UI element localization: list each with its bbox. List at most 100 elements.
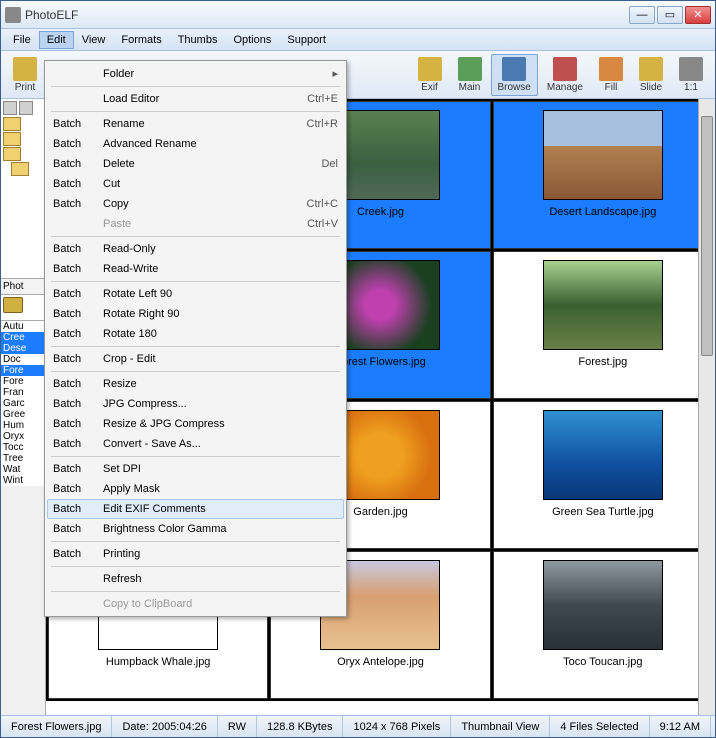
- thumbnail-cell[interactable]: Forest.jpg: [493, 251, 713, 399]
- folder-icon[interactable]: [3, 117, 21, 131]
- tool-manage[interactable]: Manage: [540, 54, 590, 96]
- file-list-item[interactable]: Dese: [1, 343, 45, 354]
- menu-item-rotate-right-90[interactable]: BatchRotate Right 90: [47, 304, 344, 324]
- menu-label: Delete: [103, 158, 288, 170]
- maximize-button[interactable]: ▭: [657, 6, 683, 24]
- thumbnail-cell[interactable]: Green Sea Turtle.jpg: [493, 401, 713, 549]
- menu-separator: [51, 591, 340, 592]
- menu-item-refresh[interactable]: Refresh: [47, 569, 344, 589]
- menu-label: Paste: [103, 218, 288, 230]
- left-tab-label[interactable]: Phot: [1, 279, 45, 295]
- menu-item-read-only[interactable]: BatchRead-Only: [47, 239, 344, 259]
- menu-label: Apply Mask: [103, 483, 288, 495]
- file-list-item[interactable]: Tree: [1, 453, 45, 464]
- app-title: PhotoELF: [25, 8, 629, 22]
- menu-item-apply-mask[interactable]: BatchApply Mask: [47, 479, 344, 499]
- menu-item-copy-to-clipboard: Copy to ClipBoard: [47, 594, 344, 614]
- menu-item-advanced-rename[interactable]: BatchAdvanced Rename: [47, 134, 344, 154]
- menu-prefix: Batch: [53, 503, 103, 515]
- tool-label: Fill: [605, 82, 618, 93]
- tool-print[interactable]: Print: [6, 54, 44, 96]
- menu-formats[interactable]: Formats: [113, 31, 169, 49]
- file-list-item[interactable]: Tocc: [1, 442, 45, 453]
- close-button[interactable]: ✕: [685, 6, 711, 24]
- browse-icon: [502, 57, 526, 81]
- menu-item-rename[interactable]: BatchRenameCtrl+R: [47, 114, 344, 134]
- menu-item-set-dpi[interactable]: BatchSet DPI: [47, 459, 344, 479]
- thumbnail-filename: Toco Toucan.jpg: [563, 656, 642, 668]
- left-panel: Phot AutuCreeDeseDocForeForeFranGarcGree…: [1, 99, 46, 715]
- menu-item-cut[interactable]: BatchCut: [47, 174, 344, 194]
- minimize-button[interactable]: —: [629, 6, 655, 24]
- menu-prefix: Batch: [53, 378, 103, 390]
- tool-exif[interactable]: Exif: [411, 54, 449, 96]
- file-list[interactable]: AutuCreeDeseDocForeForeFranGarcGreeHumOr…: [1, 321, 45, 486]
- menu-shortcut: Ctrl+V: [288, 218, 338, 230]
- menu-item-folder[interactable]: Folder▸: [47, 63, 344, 84]
- file-list-item[interactable]: Autu: [1, 321, 45, 332]
- menu-item-delete[interactable]: BatchDeleteDel: [47, 154, 344, 174]
- menu-options[interactable]: Options: [225, 31, 279, 49]
- status-cell-4: 1024 x 768 Pixels: [343, 716, 451, 737]
- file-list-item[interactable]: Fran: [1, 387, 45, 398]
- tree-toggle-icon[interactable]: [3, 101, 17, 115]
- file-list-item[interactable]: Wint: [1, 475, 45, 486]
- menu-file[interactable]: File: [5, 31, 39, 49]
- thumbnail-cell[interactable]: Desert Landscape.jpg: [493, 101, 713, 249]
- file-list-item[interactable]: Fore: [1, 365, 45, 376]
- thumbnail-cell[interactable]: Toco Toucan.jpg: [493, 551, 713, 699]
- vertical-scrollbar[interactable]: [698, 99, 715, 715]
- menu-item-rotate-180[interactable]: BatchRotate 180: [47, 324, 344, 344]
- menu-shortcut: Ctrl+C: [288, 198, 338, 210]
- submenu-arrow-icon: ▸: [332, 68, 338, 80]
- menu-item-read-write[interactable]: BatchRead-Write: [47, 259, 344, 279]
- thumbnail-filename: Green Sea Turtle.jpg: [552, 506, 654, 518]
- scroll-thumb[interactable]: [701, 116, 713, 356]
- file-list-item[interactable]: Wat: [1, 464, 45, 475]
- menu-item-jpg-compress-[interactable]: BatchJPG Compress...: [47, 394, 344, 414]
- tool-browse[interactable]: Browse: [491, 54, 538, 96]
- menu-thumbs[interactable]: Thumbs: [170, 31, 226, 49]
- menu-item-rotate-left-90[interactable]: BatchRotate Left 90: [47, 284, 344, 304]
- menu-item-load-editor[interactable]: Load EditorCtrl+E: [47, 89, 344, 109]
- menubar: FileEditViewFormatsThumbsOptionsSupport: [1, 29, 715, 51]
- menu-item-convert-save-as-[interactable]: BatchConvert - Save As...: [47, 434, 344, 454]
- menu-item-crop-edit[interactable]: BatchCrop - Edit: [47, 349, 344, 369]
- file-list-item[interactable]: Oryx: [1, 431, 45, 442]
- menu-support[interactable]: Support: [279, 31, 334, 49]
- tree-toggle-icon[interactable]: [19, 101, 33, 115]
- menu-prefix: Batch: [53, 483, 103, 495]
- status-cell-2: RW: [218, 716, 257, 737]
- menu-item-resize[interactable]: BatchResize: [47, 374, 344, 394]
- tool-slide[interactable]: Slide: [632, 54, 670, 96]
- tool-11[interactable]: 1:1: [672, 54, 710, 96]
- folder-icon[interactable]: [3, 147, 21, 161]
- tool-main[interactable]: Main: [451, 54, 489, 96]
- file-list-item[interactable]: Cree: [1, 332, 45, 343]
- menu-label: Copy: [103, 198, 288, 210]
- file-list-item[interactable]: Fore: [1, 376, 45, 387]
- menu-shortcut: Ctrl+E: [288, 93, 338, 105]
- menu-view[interactable]: View: [74, 31, 114, 49]
- menu-item-resize-jpg-compress[interactable]: BatchResize & JPG Compress: [47, 414, 344, 434]
- print-icon: [13, 57, 37, 81]
- menu-separator: [51, 346, 340, 347]
- menu-shortcut: ▸: [288, 67, 338, 80]
- menu-item-copy[interactable]: BatchCopyCtrl+C: [47, 194, 344, 214]
- folder-icon[interactable]: [3, 132, 21, 146]
- folder-icon[interactable]: [11, 162, 29, 176]
- manage-icon: [553, 57, 577, 81]
- file-list-item[interactable]: Garc: [1, 398, 45, 409]
- file-list-item[interactable]: Hum: [1, 420, 45, 431]
- tool-fill[interactable]: Fill: [592, 54, 630, 96]
- file-list-item[interactable]: Doc: [1, 354, 45, 365]
- menu-edit[interactable]: Edit: [39, 31, 74, 49]
- menu-separator: [51, 566, 340, 567]
- menu-item-edit-exif-comments[interactable]: BatchEdit EXIF Comments: [47, 499, 344, 519]
- menu-label: Resize: [103, 378, 288, 390]
- folder-tree[interactable]: [1, 99, 45, 279]
- file-list-item[interactable]: Gree: [1, 409, 45, 420]
- menu-item-brightness-color-gamma[interactable]: BatchBrightness Color Gamma: [47, 519, 344, 539]
- menu-item-printing[interactable]: BatchPrinting: [47, 544, 344, 564]
- menu-prefix: Batch: [53, 353, 103, 365]
